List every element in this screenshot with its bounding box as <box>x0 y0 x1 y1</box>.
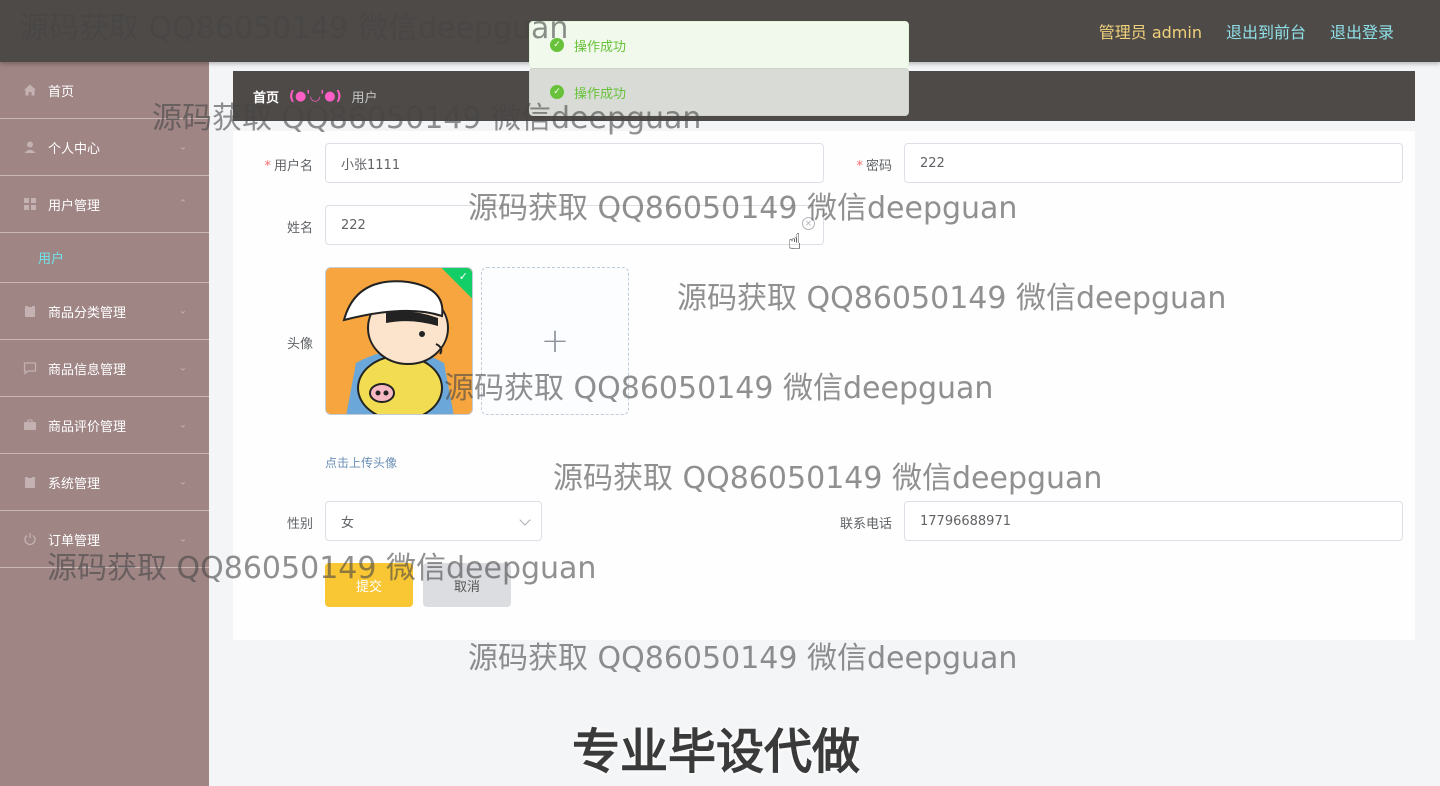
submit-button[interactable]: 提交 <box>325 563 413 607</box>
chevron-down-icon: ⌄ <box>178 362 187 374</box>
success-toast: ✓ 操作成功 <box>529 68 909 116</box>
plus-icon: + <box>540 321 570 361</box>
header-actions: 管理员 admin 退出到前台 退出登录 <box>1099 0 1394 62</box>
name-label: 姓名 <box>286 221 313 236</box>
chevron-down-icon: ⌄ <box>178 533 187 545</box>
user-icon <box>22 139 38 155</box>
sidebar-item-label: 商品信息管理 <box>48 362 127 378</box>
sidebar-item-personal-center[interactable]: 个人中心 ⌄ <box>0 119 209 176</box>
success-check-icon: ✓ <box>550 38 564 52</box>
grid-icon <box>22 196 38 212</box>
chevron-down-icon: ⌄ <box>178 141 187 153</box>
sidebar-item-product-info-management[interactable]: 商品信息管理 ⌄ <box>0 340 209 397</box>
success-check-icon: ✓ <box>550 85 564 99</box>
home-icon <box>22 82 38 98</box>
avatar-image[interactable]: ✓ <box>325 267 473 415</box>
breadcrumb-current: 用户 <box>351 90 378 106</box>
sidebar-item-label: 订单管理 <box>48 533 101 549</box>
avatar-cartoon-icon <box>326 268 472 414</box>
avatar-label: 头像 <box>286 337 313 352</box>
password-label: * 密码 <box>856 159 892 174</box>
clipboard-icon <box>22 474 38 490</box>
breadcrumb-separator: (●'◡'●) <box>289 88 342 104</box>
admin-label: 管理员 admin <box>1098 23 1202 42</box>
toast-message: 操作成功 <box>574 86 627 102</box>
chevron-down-icon: ⌄ <box>178 305 187 317</box>
name-input-value: 222 <box>341 217 366 233</box>
watermark-banner: 专业毕设代做 <box>572 724 861 780</box>
sidebar-item-home[interactable]: 首页 <box>0 62 209 119</box>
sidebar-item-label: 个人中心 <box>48 141 101 157</box>
name-input[interactable]: 222 ✕ <box>325 205 824 245</box>
back-to-frontend-link[interactable]: 退出到前台 <box>1226 19 1306 43</box>
username-label: * 用户名 <box>264 159 313 174</box>
check-icon: ✓ <box>458 270 468 283</box>
upload-tip: 点击上传头像 <box>325 456 398 470</box>
clear-icon[interactable]: ✕ <box>802 217 815 230</box>
sidebar: 首页 个人中心 ⌄ 用户管理 ⌃ 用户 商品分类管理 ⌄ 商品信息管理 ⌄ 商品… <box>0 62 209 786</box>
chevron-down-icon: ⌄ <box>178 419 187 431</box>
avatar-upload-button[interactable]: + <box>481 267 629 415</box>
sidebar-item-category-management[interactable]: 商品分类管理 ⌄ <box>0 283 209 340</box>
password-input[interactable]: 222 <box>904 143 1403 183</box>
breadcrumb-home[interactable]: 首页 <box>253 87 279 106</box>
chevron-down-icon: ⌄ <box>178 476 187 488</box>
gender-select[interactable]: 女 <box>325 501 542 541</box>
sidebar-subitem-user[interactable]: 用户 <box>0 233 209 283</box>
sidebar-item-order-management[interactable]: 订单管理 ⌄ <box>0 511 209 568</box>
sidebar-item-label: 用户管理 <box>48 198 101 214</box>
briefcase-icon <box>22 417 38 433</box>
gender-label: 性别 <box>286 517 313 532</box>
sidebar-item-label: 系统管理 <box>48 476 101 492</box>
sidebar-item-label: 商品评价管理 <box>48 419 127 435</box>
sidebar-item-user-management[interactable]: 用户管理 ⌃ <box>0 176 209 233</box>
sidebar-item-system-management[interactable]: 系统管理 ⌄ <box>0 454 209 511</box>
clipboard-icon <box>22 303 38 319</box>
cancel-button[interactable]: 取消 <box>423 563 511 607</box>
toast-message: 操作成功 <box>574 39 627 55</box>
chat-icon <box>22 360 38 376</box>
logout-link[interactable]: 退出登录 <box>1330 19 1394 43</box>
chevron-down-icon <box>519 514 531 526</box>
sidebar-item-review-management[interactable]: 商品评价管理 ⌄ <box>0 397 209 454</box>
phone-input[interactable]: 17796688971 <box>904 501 1403 541</box>
sidebar-item-label: 首页 <box>48 84 75 100</box>
sidebar-item-label: 商品分类管理 <box>48 305 127 321</box>
gender-select-value: 女 <box>341 515 355 531</box>
username-input[interactable]: 小张1111 <box>325 143 824 183</box>
success-toast: ✓ 操作成功 <box>529 21 909 69</box>
chevron-up-icon: ⌃ <box>178 198 187 210</box>
phone-label: 联系电话 <box>839 517 892 532</box>
power-icon <box>22 531 38 547</box>
